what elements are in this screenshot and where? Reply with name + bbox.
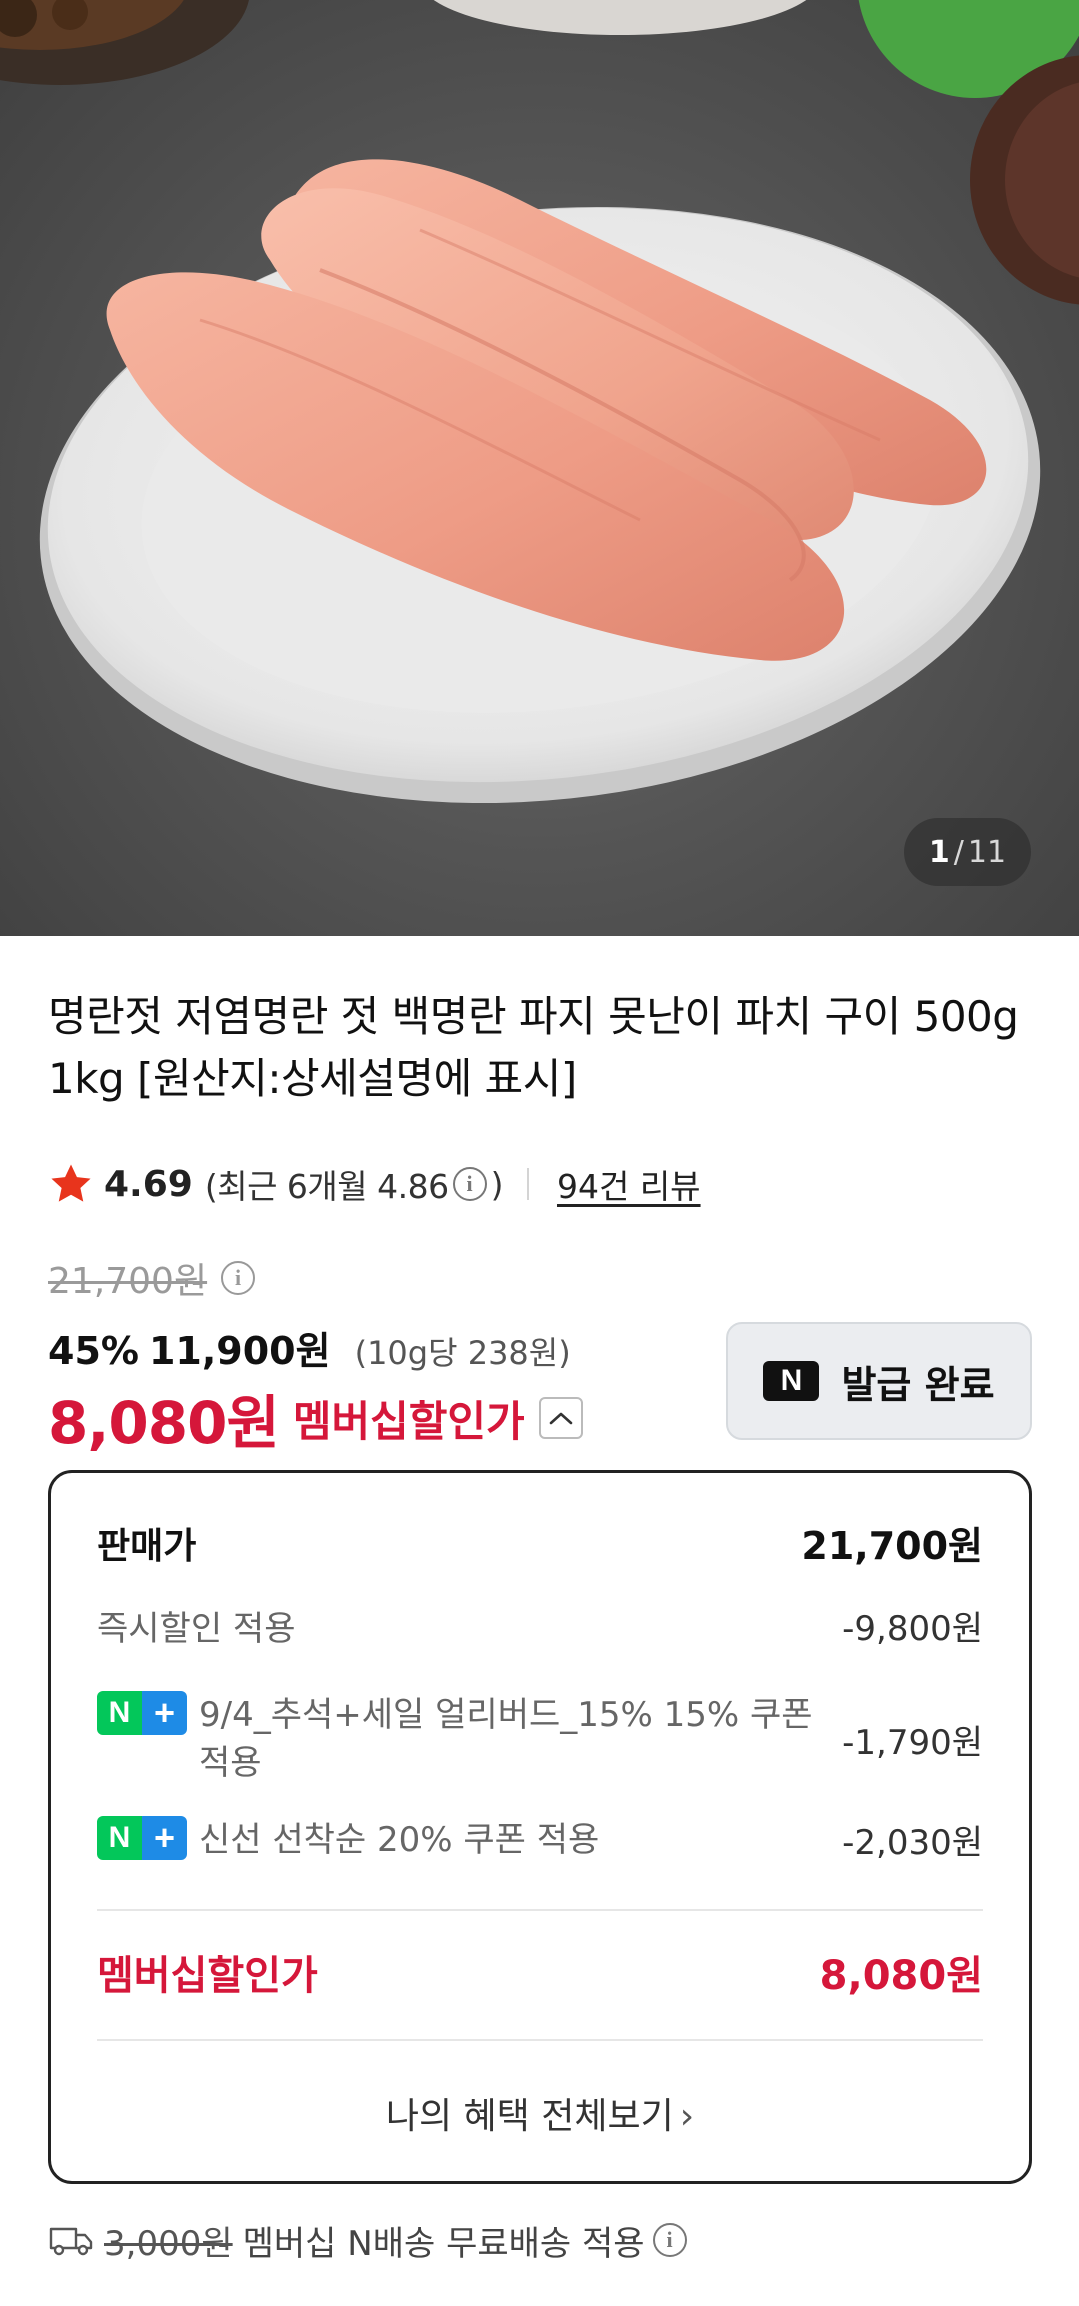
sale-price-value: 21,700원: [801, 1524, 983, 1568]
sale-price-line: 판매가 21,700원: [97, 1515, 983, 1570]
sale-price: 11,900원: [148, 1329, 331, 1373]
rating-score: 4.69: [104, 1163, 193, 1205]
plus-mark: +: [142, 1815, 187, 1860]
coupon-1-value: -1,790원: [842, 1722, 983, 1763]
coupon-issued-button[interactable]: N 발급 완료: [726, 1322, 1032, 1440]
instant-discount-value: -9,800원: [842, 1609, 983, 1649]
naver-plus-icon: N +: [97, 1815, 187, 1860]
rating-divider: [526, 1168, 529, 1200]
discount-rate: 45%: [48, 1329, 139, 1373]
rating-row: 4.69 (최근 6개월 4.86 i ) 94건 리뷰: [48, 1158, 701, 1210]
naver-plus-icon: N +: [97, 1691, 187, 1735]
sale-price-label: 판매가: [97, 1525, 197, 1567]
view-all-benefits-label: 나의 혜택 전체보기: [385, 2096, 674, 2137]
shipping-fee: 3,000원: [104, 2223, 233, 2264]
star-icon: [51, 1164, 91, 1202]
plus-mark: +: [142, 1691, 187, 1735]
original-price-row: 21,700원 i: [48, 1252, 259, 1304]
coupon-line-1: N + 9/4_추석+세일 얼리버드_15% 15% 쿠폰 적용 -1,790원: [97, 1691, 983, 1787]
price-info-icon[interactable]: i: [221, 1261, 256, 1295]
shipping-row: 3,000원 멤버십 N배송 무료배송 적용 i: [48, 2212, 691, 2268]
product-photo-illustration: [0, 0, 1079, 804]
total-pages: 11: [967, 834, 1007, 870]
coupon-1-description: N + 9/4_추석+세일 얼리버드_15% 15% 쿠폰 적용: [97, 1691, 837, 1787]
sale-price-row: 45% 11,900원 (10g당 238원): [48, 1320, 571, 1376]
original-price: 21,700원: [48, 1261, 208, 1302]
recent-rating-close: ): [490, 1164, 504, 1204]
naver-n-mark: N: [97, 1691, 142, 1735]
image-page-indicator: 1 / 11: [904, 818, 1031, 886]
member-price-row: 8,080원 멤버십할인가: [48, 1378, 583, 1458]
member-total-value: 8,080원: [819, 1953, 983, 1999]
recent-rating: (최근 6개월 4.86: [204, 1167, 449, 1206]
product-image[interactable]: 1 / 11: [0, 0, 1079, 936]
coupon-2-description: N + 신선 선착순 20% 쿠폰 적용: [97, 1815, 837, 1864]
info-icon[interactable]: i: [452, 1167, 487, 1201]
truck-icon: [49, 2227, 93, 2256]
member-total-label: 멤버십할인가: [97, 1953, 318, 1999]
review-count-link[interactable]: 94건 리뷰: [557, 1160, 701, 1208]
member-price-line: 멤버십할인가 8,080원: [97, 1943, 983, 2001]
breakdown-divider: [97, 2039, 983, 2041]
coupon-2-value: -2,030원: [842, 1823, 983, 1863]
page-separator: /: [953, 834, 964, 870]
unit-price: (10g당 238원): [354, 1334, 571, 1372]
shipping-text: 멤버십 N배송 무료배송 적용: [242, 2223, 645, 2264]
coupon-2-label: 신선 선착순 20% 쿠폰 적용: [199, 1819, 600, 1860]
collapse-toggle[interactable]: [538, 1397, 583, 1439]
naver-logo-icon: N: [763, 1361, 820, 1401]
member-price: 8,080원: [48, 1389, 280, 1457]
naver-n-mark: N: [97, 1815, 142, 1860]
coupon-line-2: N + 신선 선착순 20% 쿠폰 적용 -2,030원: [97, 1815, 983, 1864]
price-breakdown-box: 판매가 21,700원 즉시할인 적용 -9,800원 N + 9/4_추석+세…: [48, 1470, 1032, 2184]
breakdown-divider: [97, 1909, 983, 1911]
member-price-label: 멤버십할인가: [292, 1396, 525, 1446]
chevron-up-icon: [549, 1412, 572, 1425]
current-page: 1: [928, 834, 950, 870]
chevron-right-icon: ›: [679, 2096, 695, 2137]
shipping-info-icon[interactable]: i: [652, 2223, 687, 2257]
instant-discount-line: 즉시할인 적용 -9,800원: [97, 1601, 983, 1650]
view-all-benefits-link[interactable]: 나의 혜택 전체보기 ›: [51, 2087, 1029, 2139]
coupon-issued-label: 발급 완료: [841, 1362, 995, 1407]
coupon-1-label: 9/4_추석+세일 얼리버드_15% 15% 쿠폰 적용: [199, 1695, 813, 1783]
product-title: 명란젓 저염명란 젓 백명란 파지 못난이 파치 구이 500g 1kg [원산…: [48, 992, 1019, 1103]
instant-discount-label: 즉시할인 적용: [97, 1609, 296, 1649]
